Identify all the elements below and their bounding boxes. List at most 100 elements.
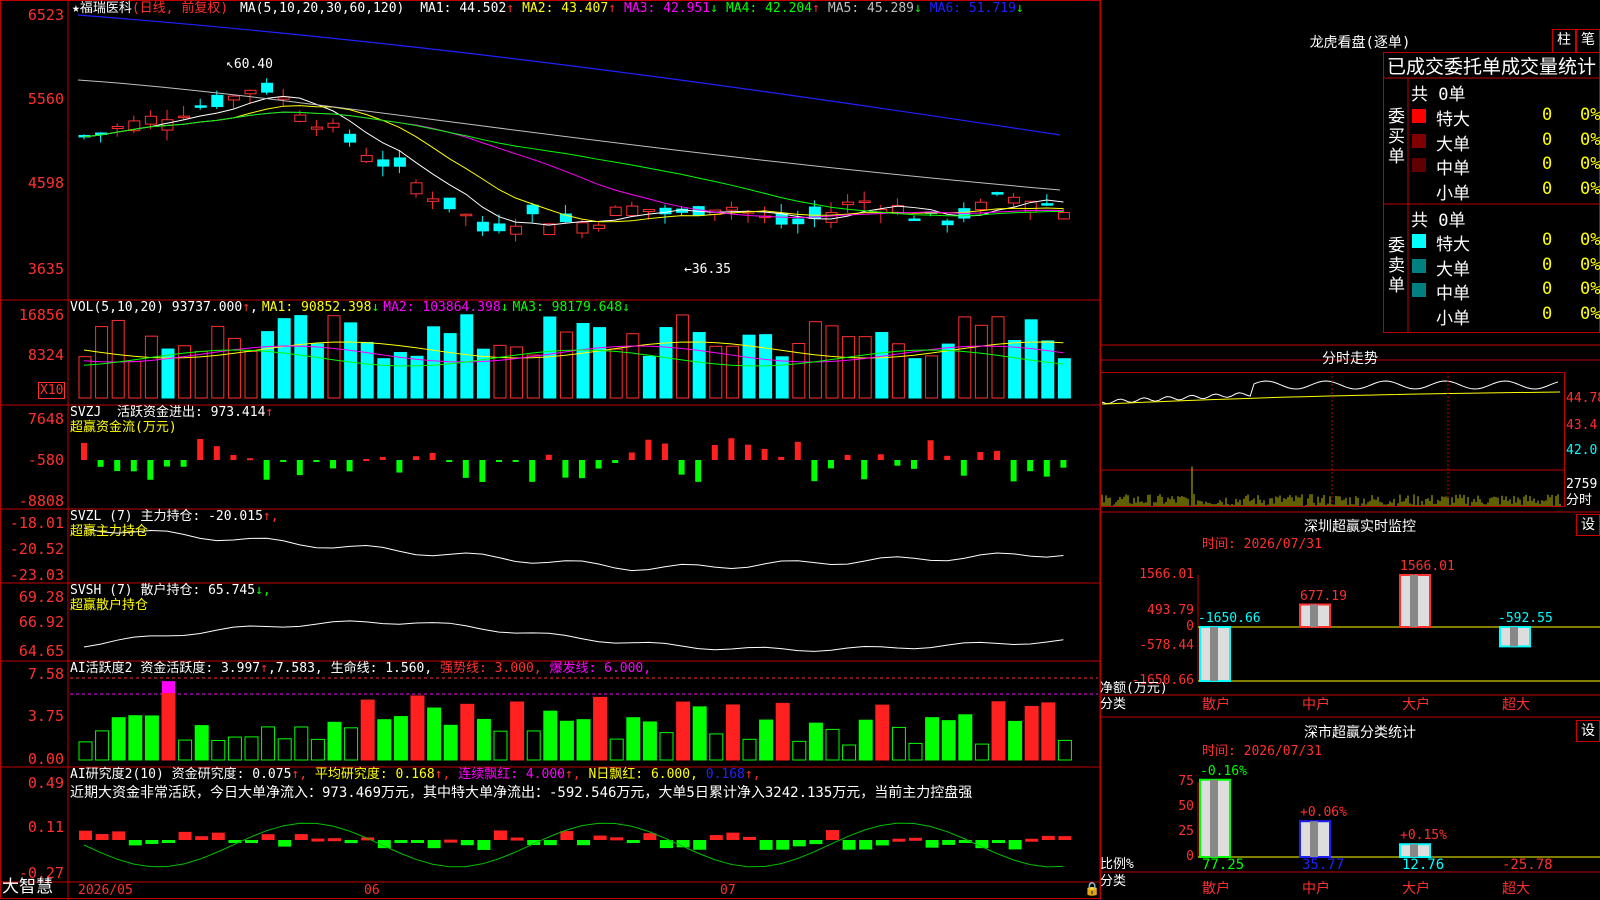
row-name: 中单 (1436, 159, 1470, 179)
research-bar (809, 840, 823, 845)
candle-body (393, 157, 406, 167)
volume-bar (642, 355, 656, 399)
research-bar (328, 838, 341, 842)
classify-category[interactable]: 大户 (1402, 882, 1430, 897)
research-bar (1058, 836, 1072, 840)
fund-flow-bar (695, 460, 702, 482)
row-count: 0 (1542, 178, 1553, 199)
research-bar (510, 837, 524, 841)
activity-bar (526, 730, 541, 761)
fund-flow-bar (529, 460, 536, 482)
monitor-category[interactable]: 中户 (1302, 698, 1330, 713)
monitor-settings-button[interactable]: 设 (1576, 514, 1600, 536)
candle-body (510, 225, 523, 235)
research-bar (543, 840, 557, 846)
volume-bar (609, 348, 623, 399)
volume-bar (460, 314, 474, 399)
row-name: 大单 (1436, 134, 1470, 155)
monitor-bar-shade (1410, 575, 1418, 627)
candle-body (111, 125, 124, 129)
research-bar (925, 840, 939, 848)
fund-flow-bar (662, 443, 668, 460)
candle-body (360, 155, 373, 163)
color-swatch-icon (1412, 109, 1426, 123)
date-label-july: 07 (720, 883, 736, 898)
research-bar (344, 840, 358, 844)
row-pct: 0% (1580, 303, 1600, 324)
activity-bar (1057, 739, 1072, 761)
row-count: 0 (1542, 129, 1553, 150)
intraday-axis-1: 44.78 (1566, 391, 1600, 406)
research-bar (909, 837, 922, 841)
classify-settings-button[interactable]: 设 (1576, 720, 1600, 742)
monitor-category[interactable]: 超大 (1502, 698, 1530, 713)
monitor-category[interactable]: 大户 (1402, 698, 1430, 713)
classify-time: 时间: 2026/07/31 (1202, 744, 1322, 759)
volume-bar (211, 325, 225, 399)
fund-flow-bar (429, 452, 436, 460)
volume-bar (958, 316, 972, 399)
volume-bar (1008, 340, 1022, 399)
monitor-title: 深圳超赢实时监控 (1304, 519, 1416, 535)
fund-flow-bar (230, 454, 237, 460)
vol-unit-badge[interactable]: X10 (38, 382, 66, 399)
brand-logo[interactable]: 大智慧 (2, 879, 53, 896)
classify-title: 深市超赢分类统计 (1304, 725, 1416, 741)
ma-legend-items: MA1: 44.502↑ MA2: 43.407↑ MA3: 42.951↓ MA4:… (412, 1, 1024, 16)
ma2-line (83, 105, 1064, 223)
fund-flow-bar (960, 460, 967, 476)
candle-body (427, 198, 440, 202)
candle-body (576, 222, 589, 234)
fund-flow-bar (711, 444, 718, 460)
fund-flow-bar (280, 460, 287, 462)
main-chart-canvas[interactable] (0, 0, 1600, 900)
volume-bar (593, 327, 607, 399)
volume-bar (78, 356, 92, 399)
intraday-title: 分时走势 (1322, 351, 1378, 367)
activity-bar (842, 744, 857, 761)
column-view-button[interactable]: 柱 (1552, 29, 1576, 53)
volume-bar (526, 354, 540, 399)
left-frame (0, 0, 1101, 899)
candle-body (1041, 203, 1054, 206)
research-bar (792, 840, 806, 847)
intraday-axis-vol: 2759 (1566, 477, 1598, 492)
lock-icon[interactable]: 🔒 (1084, 882, 1100, 897)
tick-view-button[interactable]: 笔 (1576, 29, 1600, 53)
fund-flow-bar (247, 458, 253, 461)
research-bar (759, 840, 773, 850)
buy-row: 中单 0 0% (1410, 154, 1600, 179)
vol-ma-item: MA1: 90852.398↓ (261, 300, 380, 315)
activity-bar (510, 701, 525, 761)
classify-change-label: +0.06% (1300, 805, 1347, 821)
intraday-avg-line (1101, 391, 1561, 405)
activity-bar (642, 721, 657, 761)
research-bar (709, 835, 723, 840)
volume-bar (1041, 340, 1055, 399)
row-count: 0 (1542, 254, 1553, 275)
research-bar (79, 830, 92, 840)
classify-value-label: 35.77 (1302, 857, 1345, 873)
activity-bar (111, 717, 126, 761)
fund-flow-bar (761, 448, 768, 460)
classify-category[interactable]: 散户 (1202, 882, 1230, 897)
candle-body (792, 218, 805, 225)
activity-bar (194, 725, 209, 761)
candle-body (626, 205, 639, 217)
volume-bar (1024, 319, 1038, 399)
svzj-legend: SVZJ 活跃资金进出: 973.414↑ 超赢资金流(万元) (70, 405, 274, 435)
ai-active-legend: AI活跃度2 资金活跃度: 3.997↑,7.583, 生命线: 1.560, … (70, 661, 652, 676)
candle-body (609, 206, 622, 217)
classify-value-label: 12.76 (1402, 857, 1445, 873)
chart-mode[interactable]: (日线, 前复权) (132, 1, 228, 16)
activity-bar (227, 736, 242, 761)
candle-body (974, 201, 987, 211)
svsh-legend: SVSH (7) 散户持仓: 65.745↓, 超赢散户持仓 (70, 583, 271, 613)
monitor-axis-label: 1566.01 (1139, 567, 1194, 582)
ma-legend-item: MA5: 45.289↓ (827, 1, 922, 16)
monitor-category[interactable]: 散户 (1202, 698, 1230, 713)
activity-bar (609, 738, 624, 761)
classify-category[interactable]: 中户 (1302, 882, 1330, 897)
classify-category[interactable]: 超大 (1502, 882, 1530, 897)
fund-flow-bar (313, 460, 320, 462)
